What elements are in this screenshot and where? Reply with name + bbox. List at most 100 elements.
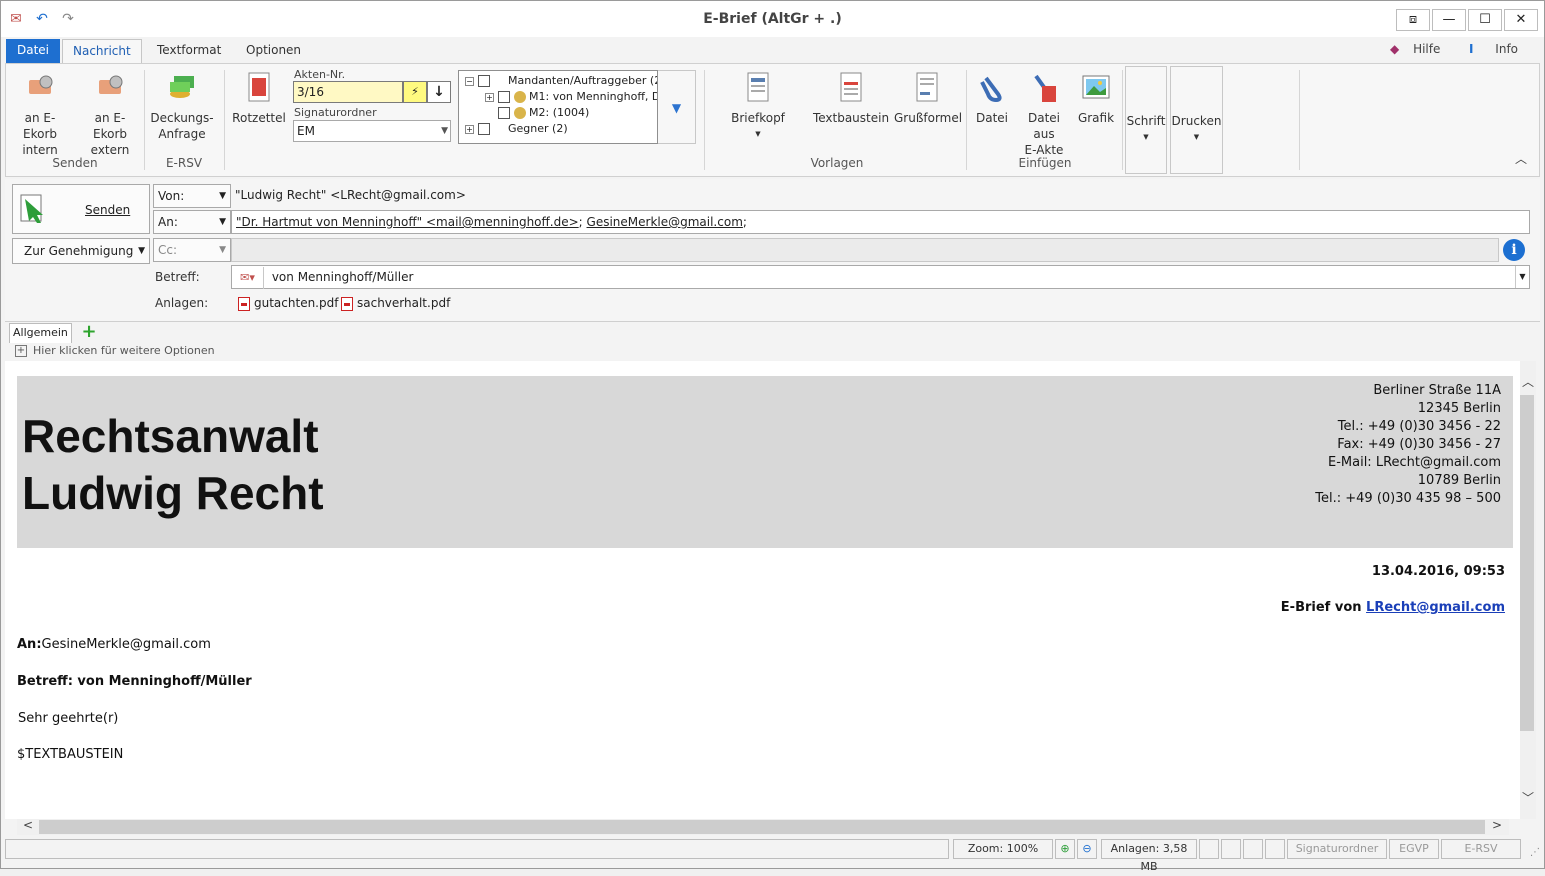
scroll-up-icon[interactable]: ︿ [1520,373,1536,390]
cc-dropdown[interactable]: Cc: ▼ [153,238,231,262]
drucken-button[interactable]: Drucken ▼ [1170,66,1223,174]
resize-grip-icon[interactable]: ⋰ [1530,847,1540,858]
zoom-out-icon[interactable]: ⊖ [1077,839,1097,859]
sender-email-link[interactable]: LRecht@gmail.com [1366,600,1505,615]
akten-nr-input[interactable]: 3/16 [293,81,403,103]
textbaustein-button[interactable]: Textbaustein [812,70,890,126]
expand-icon[interactable]: + [485,92,494,102]
status-slot [1265,839,1285,859]
minimize-button[interactable]: — [1432,9,1466,31]
recipient-link[interactable]: GesineMerkle@gmail.com [587,215,743,229]
ekorb-intern-button[interactable]: an E-Ekorb intern [8,70,72,158]
ekorb-extern-button[interactable]: an E-Ekorb extern [78,70,142,158]
pdf-icon [238,296,250,311]
maximize-button[interactable]: ☐ [1468,9,1502,31]
grafik-button[interactable]: Grafik [1076,70,1116,126]
paperclip-file-icon [1034,74,1056,102]
ribbon-tabs: Datei Nachricht Textformat Optionen [5,37,1540,63]
senden-button[interactable]: Senden [12,184,150,234]
cc-field[interactable] [231,238,1499,262]
info-link[interactable]: I Info [1469,42,1518,56]
letter-recipient: An:GesineMerkle@gmail.com [17,637,211,652]
von-dropdown[interactable]: Von: ▼ [153,184,231,208]
tab-datei[interactable]: Datei [6,39,60,63]
tab-textformat[interactable]: Textformat [147,39,231,63]
scroll-right-icon[interactable]: > [1492,818,1502,832]
status-bar: Zoom: 100% ⊕ ⊖ Anlagen: 3,58 MB Signatur… [5,839,1540,873]
genehmigung-dropdown[interactable]: Zur Genehmigung ▼ [12,238,150,264]
attachment-item[interactable]: sachverhalt.pdf [341,296,450,311]
ersv-status[interactable]: E-RSV [1441,839,1521,859]
letter-datetime: 13.04.2016, 09:53 [1371,564,1505,579]
money-icon [170,76,194,98]
schrift-button[interactable]: Schrift ▼ [1125,66,1167,174]
beteiligte-tree[interactable]: − Mandanten/Auftraggeber (2) + M1: von Men… [458,70,658,144]
rotzettel-button[interactable]: Rotzettel [232,70,286,126]
attachments-size-status: Anlagen: 3,58 MB [1101,839,1197,873]
weitere-optionen-toggle[interactable]: + Hier klicken für weitere Optionen [15,344,215,357]
signaturordner-status[interactable]: Signaturordner [1287,839,1387,859]
info-icon[interactable]: i [1503,239,1525,261]
group-label-vorlagen: Vorlagen [810,156,864,170]
tab-allgemein[interactable]: Allgemein [9,323,72,343]
chevron-down-icon: ▼ [219,191,226,201]
ribbon-separator [144,70,145,170]
restore-ribbon-icon[interactable]: ⧈ [1396,9,1430,31]
person-icon [514,107,526,119]
zoom-status: Zoom: 100% [953,839,1053,859]
letterhead-name: Rechtsanwalt Ludwig Recht [22,410,324,519]
letter-document[interactable]: Rechtsanwalt Ludwig Recht Berliner Straß… [5,361,1520,819]
tree-checkbox[interactable] [498,91,510,103]
scroll-down-icon[interactable]: ﹀ [1520,789,1536,806]
add-tab-icon[interactable]: + [77,323,101,342]
horizontal-scroll-thumb[interactable] [39,820,1485,834]
an-dropdown[interactable]: An: ▼ [153,210,231,234]
zoom-in-icon[interactable]: ⊕ [1055,839,1075,859]
akten-down-arrow-button[interactable]: ↓ [427,81,451,103]
tree-item-m1[interactable]: + M1: von Menninghoff, Dr [485,89,657,105]
status-slot [1243,839,1263,859]
tree-dropdown-button[interactable]: ▼ [658,70,696,144]
send-arrow-icon [20,194,43,223]
message-header: Senden Zur Genehmigung ▼ Von: ▼ "Ludwig … [5,179,1540,321]
document-icon [840,72,862,102]
tree-item-gegner[interactable]: + Gegner (2) [465,121,568,137]
tab-nachricht[interactable]: Nachricht [62,39,142,63]
signaturordner-label: Signaturordner [294,106,377,119]
window-title: E-Brief (AltGr + .) [703,11,842,27]
tab-optionen[interactable]: Optionen [236,39,311,63]
an-field[interactable]: "Dr. Hartmut von Menninghoff" <mail@menn… [231,210,1530,234]
betreff-field[interactable]: ✉▾ von Menninghoff/Müller ▼ [231,265,1530,289]
collapse-ribbon-icon[interactable]: ︿ [1515,150,1527,167]
datei-button[interactable]: Datei [972,70,1012,126]
ribbon-separator [704,70,705,170]
scroll-left-icon[interactable]: < [23,818,33,832]
tree-checkbox[interactable] [498,107,510,119]
chevron-down-icon: ▼ [441,126,448,136]
grussformel-button[interactable]: Grußformel [894,70,962,126]
e-brief-window: ✉ ↶ ↷ E-Brief (AltGr + .) ⧈ — ☐ ✕ Datei … [0,0,1545,873]
close-button[interactable]: ✕ [1504,9,1538,31]
collapse-icon[interactable]: − [465,76,474,86]
recipient-link[interactable]: "Dr. Hartmut von Menninghoff" <mail@menn… [236,215,579,229]
tree-checkbox[interactable] [478,123,490,135]
datei-aus-eakte-button[interactable]: Datei aus E-Akte [1016,70,1072,158]
ribbon: an E-Ekorb intern an E-Ekorb extern Send… [5,63,1540,177]
vertical-scroll-thumb[interactable] [1520,395,1534,731]
signaturordner-select[interactable]: EM ▼ [293,120,451,142]
akten-lightning-button[interactable]: ⚡ [403,81,427,103]
briefkopf-button[interactable]: Briefkopf ▼ [728,70,788,142]
subject-template-icon[interactable]: ✉▾ [232,267,264,289]
chevron-down-icon: ▼ [219,245,226,255]
tree-item-mandanten[interactable]: − Mandanten/Auftraggeber (2) [465,73,657,89]
letterhead-address: Berliner Straße 11A 12345 Berlin Tel.: +… [1315,383,1501,506]
help-link[interactable]: ◆ Hilfe [1390,42,1440,56]
von-field[interactable]: "Ludwig Recht" <LRecht@gmail.com> [231,184,931,208]
tree-item-m2[interactable]: M2: (1004) [498,105,589,121]
attachment-item[interactable]: gutachten.pdf [238,296,338,311]
tree-checkbox[interactable] [478,75,490,87]
deckungsanfrage-button[interactable]: Deckungs- Anfrage [150,70,214,142]
expand-icon[interactable]: + [465,124,474,134]
egvp-status[interactable]: EGVP [1389,839,1439,859]
chevron-down-icon[interactable]: ▼ [1515,266,1529,288]
